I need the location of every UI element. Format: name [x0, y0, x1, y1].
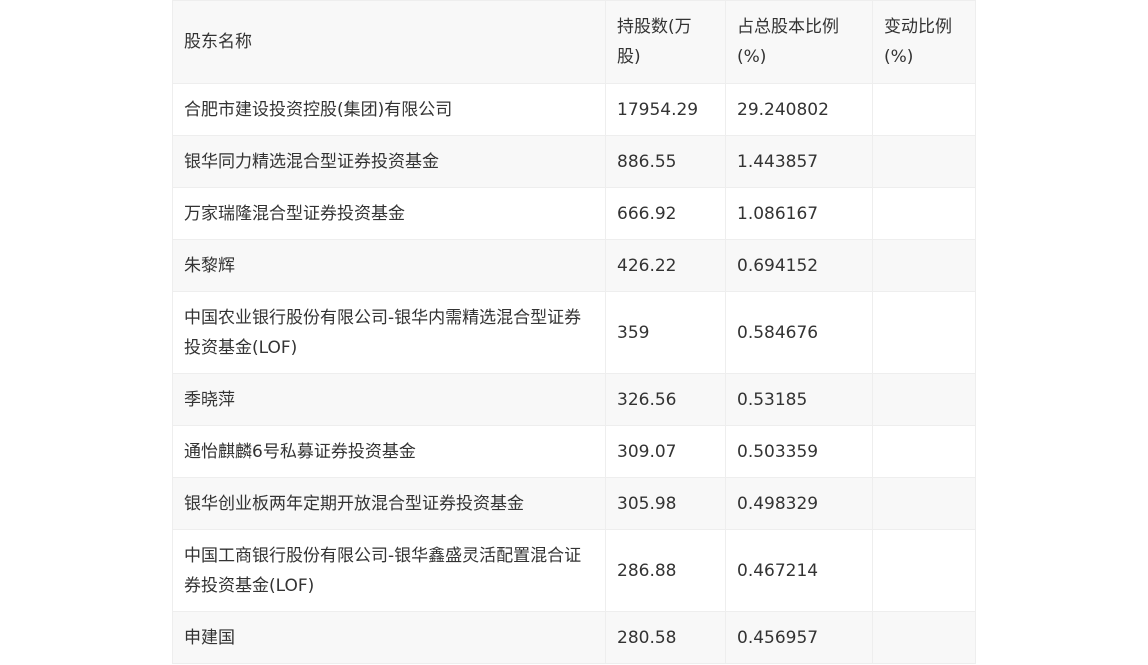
cell-shares: 286.88	[605, 529, 726, 612]
cell-change	[872, 373, 976, 426]
cell-change	[872, 83, 976, 136]
cell-change	[872, 477, 976, 530]
table-row: 通怡麒麟6号私募证券投资基金 309.07 0.503359	[172, 425, 976, 478]
cell-shareholder-name: 通怡麒麟6号私募证券投资基金	[172, 425, 606, 478]
cell-shares: 666.92	[605, 187, 726, 240]
cell-shares: 326.56	[605, 373, 726, 426]
cell-shareholder-name: 申建国	[172, 611, 606, 664]
cell-change	[872, 291, 976, 374]
table-row: 银华创业板两年定期开放混合型证券投资基金 305.98 0.498329	[172, 477, 976, 530]
table-row: 合肥市建设投资控股(集团)有限公司 17954.29 29.240802	[172, 83, 976, 136]
cell-ratio: 0.694152	[725, 239, 873, 292]
cell-shareholder-name: 季晓萍	[172, 373, 606, 426]
cell-shareholder-name: 银华创业板两年定期开放混合型证券投资基金	[172, 477, 606, 530]
cell-shares: 886.55	[605, 135, 726, 188]
table-row: 中国工商银行股份有限公司-银华鑫盛灵活配置混合证券投资基金(LOF) 286.8…	[172, 529, 976, 612]
cell-ratio: 0.53185	[725, 373, 873, 426]
cell-shareholder-name: 朱黎辉	[172, 239, 606, 292]
cell-shareholder-name: 中国工商银行股份有限公司-银华鑫盛灵活配置混合证券投资基金(LOF)	[172, 529, 606, 612]
cell-shares: 359	[605, 291, 726, 374]
cell-change	[872, 135, 976, 188]
table-row: 季晓萍 326.56 0.53185	[172, 373, 976, 426]
cell-shareholder-name: 合肥市建设投资控股(集团)有限公司	[172, 83, 606, 136]
table-header: 股东名称 持股数(万股) 占总股本比例(%) 变动比例(%)	[172, 0, 976, 84]
cell-shareholder-name: 中国农业银行股份有限公司-银华内需精选混合型证券投资基金(LOF)	[172, 291, 606, 374]
header-row: 股东名称 持股数(万股) 占总股本比例(%) 变动比例(%)	[172, 0, 976, 84]
table-row: 朱黎辉 426.22 0.694152	[172, 239, 976, 292]
cell-change	[872, 425, 976, 478]
cell-ratio: 0.456957	[725, 611, 873, 664]
shareholder-table: 股东名称 持股数(万股) 占总股本比例(%) 变动比例(%) 合肥市建设投资控股…	[172, 0, 976, 664]
table-body: 合肥市建设投资控股(集团)有限公司 17954.29 29.240802 银华同…	[172, 83, 976, 664]
cell-shares: 305.98	[605, 477, 726, 530]
cell-ratio: 0.503359	[725, 425, 873, 478]
cell-change	[872, 611, 976, 664]
cell-shares: 426.22	[605, 239, 726, 292]
table-row: 申建国 280.58 0.456957	[172, 611, 976, 664]
cell-ratio: 1.443857	[725, 135, 873, 188]
header-shareholder-name: 股东名称	[172, 0, 606, 84]
cell-shares: 309.07	[605, 425, 726, 478]
cell-shares: 280.58	[605, 611, 726, 664]
cell-change	[872, 239, 976, 292]
cell-change	[872, 187, 976, 240]
table-row: 万家瑞隆混合型证券投资基金 666.92 1.086167	[172, 187, 976, 240]
header-change: 变动比例(%)	[872, 0, 976, 84]
cell-ratio: 0.498329	[725, 477, 873, 530]
cell-change	[872, 529, 976, 612]
cell-ratio: 0.584676	[725, 291, 873, 374]
cell-ratio: 29.240802	[725, 83, 873, 136]
table-row: 银华同力精选混合型证券投资基金 886.55 1.443857	[172, 135, 976, 188]
shareholder-table-container: 股东名称 持股数(万股) 占总股本比例(%) 变动比例(%) 合肥市建设投资控股…	[172, 0, 976, 664]
header-ratio: 占总股本比例(%)	[725, 0, 873, 84]
table-row: 中国农业银行股份有限公司-银华内需精选混合型证券投资基金(LOF) 359 0.…	[172, 291, 976, 374]
cell-shares: 17954.29	[605, 83, 726, 136]
cell-shareholder-name: 万家瑞隆混合型证券投资基金	[172, 187, 606, 240]
cell-ratio: 1.086167	[725, 187, 873, 240]
cell-ratio: 0.467214	[725, 529, 873, 612]
cell-shareholder-name: 银华同力精选混合型证券投资基金	[172, 135, 606, 188]
header-shares: 持股数(万股)	[605, 0, 726, 84]
